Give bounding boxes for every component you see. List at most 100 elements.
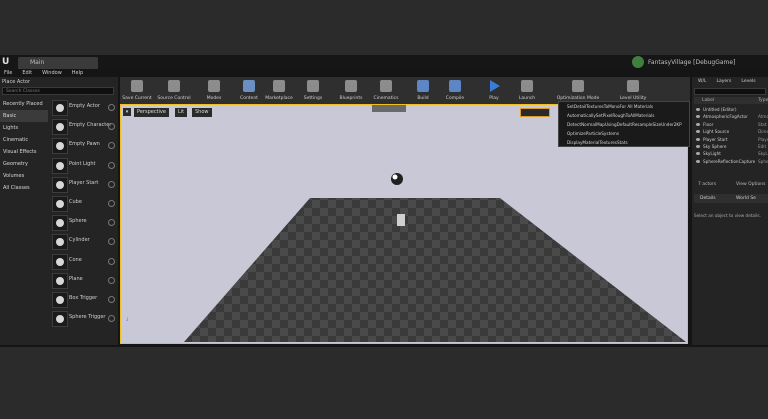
outliner-row[interactable]: SkyLight SkyL bbox=[696, 150, 768, 157]
visibility-icon[interactable] bbox=[696, 137, 700, 141]
dropdown-item[interactable]: DetectNormalMapUsingDefaultResampleSizeU… bbox=[559, 120, 689, 129]
actor-item[interactable]: Empty Actor bbox=[50, 98, 118, 117]
category-volumes[interactable]: Volumes bbox=[0, 170, 48, 182]
actor-item[interactable]: Cube bbox=[50, 194, 118, 213]
tab-world-settings[interactable]: World Se bbox=[736, 194, 756, 203]
level-utility-icon bbox=[627, 80, 639, 92]
marketplace-button[interactable]: Marketplace bbox=[262, 77, 296, 104]
actor-item[interactable]: Point Light bbox=[50, 156, 118, 175]
actor-item[interactable]: Player Start bbox=[50, 175, 118, 194]
class-search-input[interactable]: Search Classes bbox=[2, 87, 114, 95]
compile-button[interactable]: Compile bbox=[440, 77, 470, 104]
visibility-icon[interactable] bbox=[696, 130, 700, 134]
outliner-row[interactable]: Sky Sphere Edit bbox=[696, 143, 768, 150]
info-icon bbox=[108, 104, 115, 111]
category-list: Recently Placed Basic Lights Cinematic V… bbox=[0, 98, 48, 198]
actor-item[interactable]: Empty Character bbox=[50, 117, 118, 136]
visibility-icon[interactable] bbox=[696, 159, 700, 163]
actor-item[interactable]: Cone bbox=[50, 252, 118, 271]
actor-thumb-icon bbox=[52, 253, 68, 270]
menu-file[interactable]: File bbox=[4, 70, 12, 76]
tab-details[interactable]: Details bbox=[700, 196, 716, 201]
place-actor-header: Place Actor bbox=[2, 79, 31, 85]
outliner-row[interactable]: SphereReflectionCapture Sphe bbox=[696, 158, 768, 165]
info-icon bbox=[108, 238, 115, 246]
category-recently-placed[interactable]: Recently Placed bbox=[0, 98, 48, 110]
launch-button[interactable]: Launch bbox=[514, 77, 540, 104]
info-icon bbox=[108, 219, 115, 227]
category-visual-effects[interactable]: Visual Effects bbox=[0, 146, 48, 158]
actor-thumb-icon bbox=[52, 311, 68, 328]
category-lights[interactable]: Lights bbox=[0, 122, 48, 134]
source-control-button[interactable]: Source Control bbox=[154, 77, 194, 104]
info-icon bbox=[108, 161, 115, 169]
menu-edit[interactable]: Edit bbox=[22, 70, 32, 76]
outliner-row[interactable]: Player StartPlaye bbox=[696, 136, 768, 143]
actor-item[interactable]: Empty Pawn bbox=[50, 136, 118, 155]
actor-item[interactable]: Sphere Trigger bbox=[50, 309, 118, 328]
actor-thumb-icon bbox=[52, 119, 68, 136]
category-basic[interactable]: Basic bbox=[0, 110, 48, 122]
outliner-row[interactable]: Floor Stat bbox=[696, 121, 768, 128]
visibility-icon[interactable] bbox=[696, 115, 700, 119]
dropdown-item[interactable]: SetDetailTexturesToMonoFor All Materials bbox=[559, 102, 689, 111]
visibility-icon[interactable] bbox=[696, 122, 700, 126]
level-utility-button[interactable]: Level Utility bbox=[616, 77, 650, 104]
info-icon bbox=[108, 276, 115, 284]
actor-list: Empty Actor Empty Character Empty Pawn P… bbox=[50, 98, 118, 328]
tab-outliner[interactable]: W/L bbox=[698, 79, 706, 84]
axis-gizmo-icon: ┘ bbox=[126, 318, 130, 324]
actor-item[interactable]: Plane bbox=[50, 271, 118, 290]
dropdown-item[interactable]: DisplayMaterialTexturesStats bbox=[559, 138, 689, 147]
blueprints-button[interactable]: Blueprints bbox=[336, 77, 366, 104]
col-type[interactable]: Type bbox=[758, 97, 768, 104]
outliner-header: Label Type bbox=[694, 97, 768, 104]
optimization-dropdown: SetDetailTexturesToMonoFor All Materials… bbox=[558, 101, 690, 147]
compile-icon bbox=[449, 80, 461, 92]
visibility-icon[interactable] bbox=[696, 152, 700, 156]
actor-item[interactable]: Box Trigger bbox=[50, 290, 118, 309]
project-icon bbox=[632, 56, 644, 68]
dropdown-item[interactable]: AutomaticallySetPixelRoughToAllMaterials bbox=[559, 111, 689, 120]
info-icon bbox=[108, 180, 115, 188]
lit-button[interactable]: Lit bbox=[175, 108, 188, 117]
col-label[interactable]: Label bbox=[702, 98, 714, 103]
level-tab[interactable]: Main bbox=[18, 57, 98, 69]
blueprints-icon bbox=[345, 80, 357, 92]
category-cinematic[interactable]: Cinematic bbox=[0, 134, 48, 146]
actor-count: 7 actors bbox=[698, 182, 717, 187]
actor-item[interactable]: Cylinder bbox=[50, 232, 118, 251]
outliner-row[interactable]: AtmosphericFogActor Atmo bbox=[696, 113, 768, 120]
menu-help[interactable]: Help bbox=[72, 70, 83, 76]
play-button[interactable]: Play bbox=[482, 77, 506, 104]
visibility-icon[interactable] bbox=[696, 145, 700, 148]
settings-button[interactable]: Settings bbox=[300, 77, 326, 104]
actor-item[interactable]: Sphere bbox=[50, 213, 118, 232]
modes-button[interactable]: Modes bbox=[200, 77, 228, 104]
viewport-options-button[interactable]: ▾ bbox=[123, 108, 131, 116]
cinematics-button[interactable]: Cinematics bbox=[370, 77, 402, 104]
outliner-row[interactable]: Light Source Direc bbox=[696, 128, 768, 135]
category-all-classes[interactable]: All Classes bbox=[0, 182, 48, 194]
launch-icon bbox=[521, 80, 533, 92]
optimization-mode-button[interactable]: Optimization Mode bbox=[552, 77, 604, 104]
content-button[interactable]: Content bbox=[234, 77, 264, 104]
menu-window[interactable]: Window bbox=[42, 70, 62, 76]
save-current-button[interactable]: Save Current bbox=[120, 77, 154, 104]
main-toolbar: Save Current Source Control Modes Conten… bbox=[120, 77, 690, 104]
perspective-button[interactable]: Perspective bbox=[134, 108, 169, 117]
tab-layers[interactable]: Layers bbox=[716, 79, 731, 84]
show-button[interactable]: Show bbox=[192, 108, 212, 117]
outliner-row[interactable]: Untitled (Editor) bbox=[696, 106, 768, 113]
category-geometry[interactable]: Geometry bbox=[0, 158, 48, 170]
outliner-search-input[interactable] bbox=[694, 88, 766, 95]
view-options-button[interactable]: View Options bbox=[736, 181, 765, 189]
dropdown-item[interactable]: OptimizeParticleSystems bbox=[559, 129, 689, 138]
info-icon bbox=[108, 295, 115, 303]
details-tabs: Details World Se bbox=[694, 194, 768, 203]
build-button[interactable]: Build bbox=[410, 77, 436, 104]
snap-toolbar[interactable] bbox=[520, 108, 550, 117]
tab-levels[interactable]: Levels bbox=[741, 79, 755, 84]
visibility-icon[interactable] bbox=[696, 108, 700, 111]
actor-thumb-icon bbox=[52, 176, 68, 193]
